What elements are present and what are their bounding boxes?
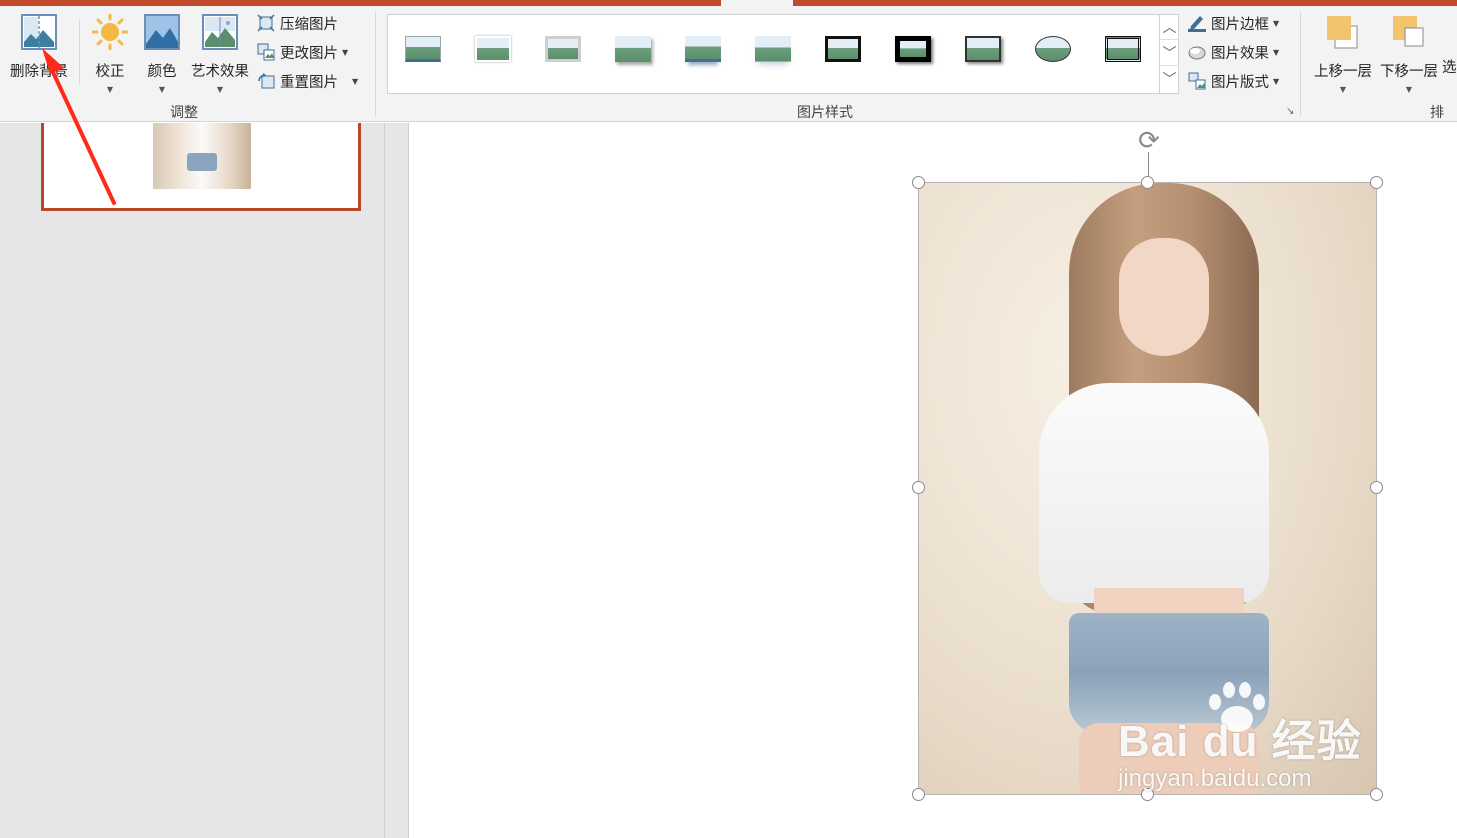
reset-picture-button[interactable]: 重置图片 ▼ bbox=[257, 69, 358, 93]
resize-handle-bottom-right[interactable] bbox=[1370, 788, 1383, 801]
style-thumb[interactable] bbox=[472, 33, 514, 67]
group-divider bbox=[375, 12, 376, 116]
picture-effects-label: 图片效果 bbox=[1211, 45, 1269, 62]
slide-thumbnail[interactable] bbox=[41, 123, 361, 211]
style-thumb[interactable] bbox=[542, 33, 584, 67]
chevron-down-icon: ▼ bbox=[216, 85, 224, 94]
reset-picture-label: 重置图片 bbox=[280, 74, 338, 91]
resize-handle-left[interactable] bbox=[912, 481, 925, 494]
picture-styles-gallery bbox=[387, 14, 1179, 94]
style-thumb[interactable] bbox=[682, 33, 724, 67]
pen-icon bbox=[1188, 14, 1206, 32]
bring-forward-button[interactable]: 上移一层 ▼ bbox=[1312, 14, 1374, 94]
color-button[interactable]: 颜色 ▼ bbox=[131, 14, 193, 94]
gallery-scroll: ︿ ﹀ ﹀ bbox=[1159, 14, 1179, 94]
panel-splitter[interactable] bbox=[385, 123, 409, 838]
gallery-scroll-down-button[interactable]: ﹀ bbox=[1160, 40, 1179, 66]
style-thumb[interactable] bbox=[892, 33, 934, 67]
artistic-effects-icon bbox=[202, 14, 238, 50]
compress-icon bbox=[257, 14, 275, 32]
watermark-brand: Bai du 经验 bbox=[1118, 717, 1362, 766]
style-thumb[interactable] bbox=[612, 33, 654, 67]
picture-effects-button[interactable]: 图片效果 ▼ bbox=[1188, 40, 1279, 64]
style-thumb[interactable] bbox=[1102, 33, 1144, 67]
remove-background-icon bbox=[21, 14, 57, 50]
chevron-down-icon: ▼ bbox=[158, 85, 166, 94]
chevron-down-icon: ▼ bbox=[342, 47, 349, 57]
picture-border-button[interactable]: 图片边框 ▼ bbox=[1188, 11, 1279, 35]
layout-icon bbox=[1188, 72, 1206, 90]
remove-background-label: 删除背景 bbox=[10, 64, 68, 80]
adjust-group-label: 调整 bbox=[170, 105, 198, 121]
color-label: 颜色 bbox=[147, 64, 177, 80]
selection-pane-button[interactable]: 选 bbox=[1442, 56, 1457, 77]
compress-pictures-label: 压缩图片 bbox=[280, 16, 338, 33]
group-divider bbox=[1300, 12, 1301, 116]
bring-forward-label: 上移一层 bbox=[1314, 64, 1372, 80]
picture-border-label: 图片边框 bbox=[1211, 16, 1269, 33]
chevron-down-icon: ▼ bbox=[1405, 85, 1413, 94]
reset-picture-icon bbox=[257, 72, 275, 90]
change-picture-label: 更改图片 bbox=[280, 45, 338, 62]
sun-icon bbox=[91, 13, 129, 51]
picture-color-icon bbox=[144, 14, 180, 50]
resize-handle-right[interactable] bbox=[1370, 481, 1383, 494]
picture-layout-button[interactable]: 图片版式 ▼ bbox=[1188, 69, 1279, 93]
gallery-scroll-up-button[interactable]: ︿ bbox=[1160, 14, 1179, 40]
picture-layout-label: 图片版式 bbox=[1211, 74, 1269, 91]
style-thumb[interactable] bbox=[962, 33, 1004, 67]
resize-handle-top-left[interactable] bbox=[912, 176, 925, 189]
style-thumb[interactable] bbox=[752, 33, 794, 67]
style-thumb[interactable] bbox=[822, 33, 864, 67]
resize-handle-bottom-left[interactable] bbox=[912, 788, 925, 801]
ribbon: 删除背景 校正 ▼ 颜色 ▼ 艺术效果 ▼ 压缩图片 更改图片 ▼ 重置图片 ▼… bbox=[0, 6, 1457, 141]
bring-forward-icon bbox=[1325, 14, 1361, 50]
effects-icon bbox=[1188, 43, 1206, 61]
gallery-more-button[interactable]: ﹀ bbox=[1160, 66, 1179, 92]
send-backward-icon bbox=[1391, 14, 1427, 50]
send-backward-label: 下移一层 bbox=[1380, 64, 1438, 80]
watermark-url: jingyan.baidu.com bbox=[1118, 765, 1312, 792]
watermark: Bai du 经验 jingyan.baidu.com bbox=[1118, 705, 1362, 793]
rotate-handle-icon[interactable]: ⟳ bbox=[1133, 126, 1165, 156]
dialog-launcher-icon[interactable]: ↘ bbox=[1286, 106, 1294, 117]
change-picture-button[interactable]: 更改图片 ▼ bbox=[257, 40, 348, 64]
style-thumb[interactable] bbox=[1032, 33, 1074, 67]
selected-picture[interactable] bbox=[918, 182, 1377, 795]
change-picture-icon bbox=[257, 43, 275, 61]
resize-handle-top-right[interactable] bbox=[1370, 176, 1383, 189]
style-thumb[interactable] bbox=[402, 33, 444, 67]
chevron-down-icon: ▼ bbox=[1339, 85, 1347, 94]
remove-background-button[interactable]: 删除背景 bbox=[8, 14, 70, 94]
chevron-down-icon: ▼ bbox=[352, 76, 359, 86]
resize-handle-top[interactable] bbox=[1141, 176, 1154, 189]
compress-pictures-button[interactable]: 压缩图片 bbox=[257, 11, 338, 35]
picture-styles-group-label: 图片样式 bbox=[797, 105, 853, 121]
slide-thumbnail-image bbox=[153, 123, 251, 189]
artistic-effects-button[interactable]: 艺术效果 ▼ bbox=[189, 14, 251, 94]
chevron-down-icon: ▼ bbox=[1273, 47, 1280, 57]
chevron-down-icon: ▼ bbox=[1273, 18, 1280, 28]
artistic-effects-label: 艺术效果 bbox=[191, 64, 249, 80]
send-backward-button[interactable]: 下移一层 ▼ bbox=[1378, 14, 1440, 94]
chevron-down-icon: ▼ bbox=[1273, 76, 1280, 86]
slide-thumbnail-panel bbox=[0, 123, 385, 838]
